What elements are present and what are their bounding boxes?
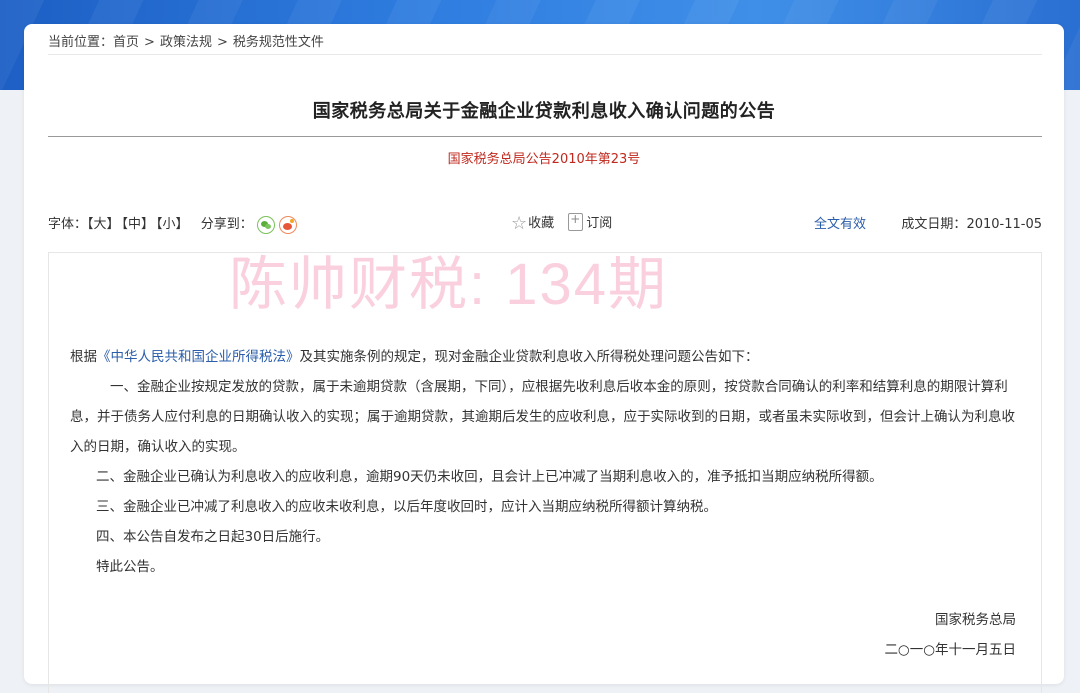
share-label: 分享到：: [200, 217, 253, 232]
font-size-controls: 字体：【大】 【中】 【小】 分享到：: [48, 213, 297, 234]
breadcrumb-tax-docs[interactable]: 税务规范性文件: [233, 35, 324, 50]
breadcrumb-separator: >: [144, 35, 155, 50]
clause-4: 四、本公告自发布之日起30日后施行。: [96, 529, 330, 545]
subscribe-icon: [568, 212, 584, 231]
subscribe-label: 订阅: [586, 216, 613, 231]
breadcrumb-policy[interactable]: 政策法规: [160, 35, 212, 50]
star-icon: ☆: [511, 213, 528, 234]
publish-date: 成文日期：2010-11-05: [901, 213, 1042, 232]
publish-date-value: 2010-11-05: [966, 217, 1042, 232]
intro-paragraph: 根据《中华人民共和国企业所得税法》及其实施条例的规定，现对金融企业贷款利息收入所…: [70, 342, 1020, 372]
font-large-button[interactable]: 【大】: [87, 217, 120, 232]
subscribe-button[interactable]: 订阅: [568, 212, 613, 231]
wechat-share-icon[interactable]: [256, 215, 275, 234]
breadcrumb: 当前位置：首页 > 政策法规 > 税务规范性文件: [48, 31, 324, 50]
clause-3: 三、金融企业已冲减了利息收入的应收未收利息，以后年度收回时，应计入当期应纳税所得…: [96, 499, 717, 515]
signature-org: 国家税务总局: [935, 612, 1016, 628]
font-small-button[interactable]: 【小】: [156, 217, 189, 232]
publish-date-label: 成文日期：: [901, 217, 967, 232]
title-divider: [48, 136, 1042, 137]
weibo-share-icon[interactable]: [278, 215, 297, 234]
clause-2: 二、金融企业已确认为利息收入的应收利息，逾期90天仍未收回，且会计上已冲减了当期…: [96, 469, 883, 485]
signature-date: 二○一○年十一月五日: [884, 642, 1016, 658]
intro-prefix: 根据: [70, 349, 97, 365]
intro-suffix: 及其实施条例的规定，现对金融企业贷款利息收入所得税处理问题公告如下：: [299, 349, 759, 365]
clause-1: 一、金融企业按规定发放的贷款，属于未逾期贷款（含展期，下同），应根据先收利息后收…: [70, 379, 1015, 455]
document-number: 国家税务总局公告2010年第23号: [447, 152, 641, 167]
validity-status-link[interactable]: 全文有效: [814, 213, 866, 232]
favorite-button[interactable]: ☆收藏: [511, 213, 555, 234]
breadcrumb-separator: >: [216, 35, 228, 50]
breadcrumb-divider: [48, 54, 1042, 55]
closing-line: 特此公告。: [96, 559, 164, 575]
article-actions: ☆收藏 订阅: [511, 212, 622, 234]
breadcrumb-home[interactable]: 首页: [113, 35, 139, 50]
breadcrumb-prefix: 当前位置：: [48, 35, 114, 50]
article-toolbar: 字体：【大】【中】【小】 分享到： ☆收藏 订阅 全文有效 成文日期：2010-…: [48, 212, 1042, 234]
watermark-text: 陈帅财税: 134期: [229, 252, 668, 317]
article-card: 当前位置：首页 > 政策法规 > 税务规范性文件 国家税务总局关于金融企业贷款利息收入确…: [24, 24, 1064, 693]
font-medium-button[interactable]: 【中】: [122, 217, 155, 232]
article-body: 根据《中华人民共和国企业所得税法》及其实施条例的规定，现对金融企业贷款利息收入所…: [70, 342, 1020, 582]
page-title: 国家税务总局关于金融企业贷款利息收入确认问题的公告: [312, 101, 776, 122]
law-link[interactable]: 《中华人民共和国企业所得税法》: [97, 349, 300, 365]
font-size-label: 字体：: [48, 217, 88, 232]
favorite-label: 收藏: [528, 216, 555, 231]
